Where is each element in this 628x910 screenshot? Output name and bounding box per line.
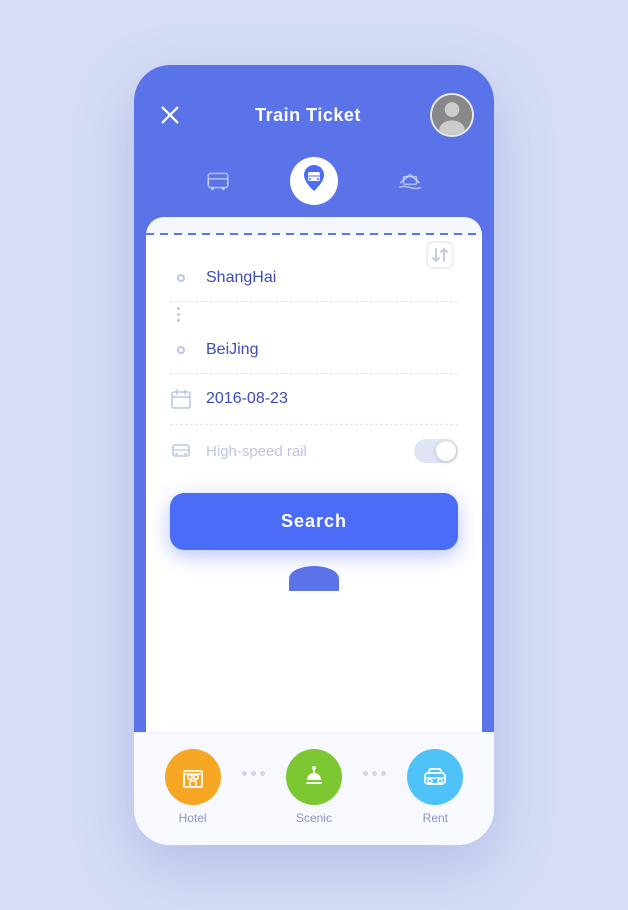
train-type-row[interactable]: High-speed rail [170,425,458,477]
avatar-svg [432,93,472,137]
to-city-row[interactable]: BeiJing [170,327,458,374]
to-city-value: BeiJing [206,341,458,359]
from-city-row[interactable]: ShangHai [170,255,458,302]
avatar[interactable] [430,93,474,137]
ticket-card: ShangHai [146,217,482,732]
train-type-icon [170,440,192,462]
close-button[interactable] [154,99,186,131]
close-icon [159,104,181,126]
nav-rent[interactable]: Rent [407,749,463,825]
date-value: 2016-08-23 [206,390,458,408]
nav-dots-2 [363,771,386,776]
rent-icon-circle [407,749,463,805]
train-location-icon [300,165,328,197]
route-connector [170,302,458,327]
avatar-image [432,95,472,135]
scenic-icon [300,763,328,791]
search-button[interactable]: Search [170,493,458,550]
from-city-value: ShangHai [206,269,458,287]
calendar-icon [170,388,192,410]
tab-ferry[interactable] [386,157,434,217]
toggle-knob [436,441,456,461]
transport-tabs [154,157,474,217]
tab-train-icon-wrap [290,157,338,205]
ticket-body: ShangHai [146,235,482,611]
ferry-icon [397,168,423,194]
hotel-icon-circle [165,749,221,805]
date-row[interactable]: 2016-08-23 [170,374,458,425]
scenic-label: Scenic [296,811,332,825]
train-type-label: High-speed rail [206,443,414,460]
nav-dots-1 [242,771,265,776]
rent-icon [421,763,449,791]
phone-frame: Train Ticket [134,65,494,845]
tab-bus-icon-wrap [194,157,242,205]
to-dot [170,346,192,354]
hotel-icon [179,763,207,791]
from-dot [170,274,192,282]
ticket-container: ShangHai [134,217,494,732]
nav-scenic[interactable]: Scenic [286,749,342,825]
scenic-icon-circle [286,749,342,805]
header-top: Train Ticket [154,93,474,137]
nav-hotel[interactable]: Hotel [165,749,221,825]
ticket-nub [170,566,458,591]
hotel-label: Hotel [179,811,207,825]
rent-label: Rent [423,811,448,825]
train-type-svg [171,441,191,461]
swap-icon [426,241,454,269]
bus-icon [205,168,231,194]
nub-shape [289,566,339,591]
tab-train[interactable] [290,157,338,217]
tab-ferry-icon-wrap [386,157,434,205]
header: Train Ticket [134,65,494,217]
swap-button[interactable] [422,232,458,278]
train-type-toggle[interactable] [414,439,458,463]
tab-bus[interactable] [194,157,242,217]
calendar-svg [171,389,191,409]
page-title: Train Ticket [255,105,361,126]
bottom-nav: Hotel Scenic [134,732,494,845]
